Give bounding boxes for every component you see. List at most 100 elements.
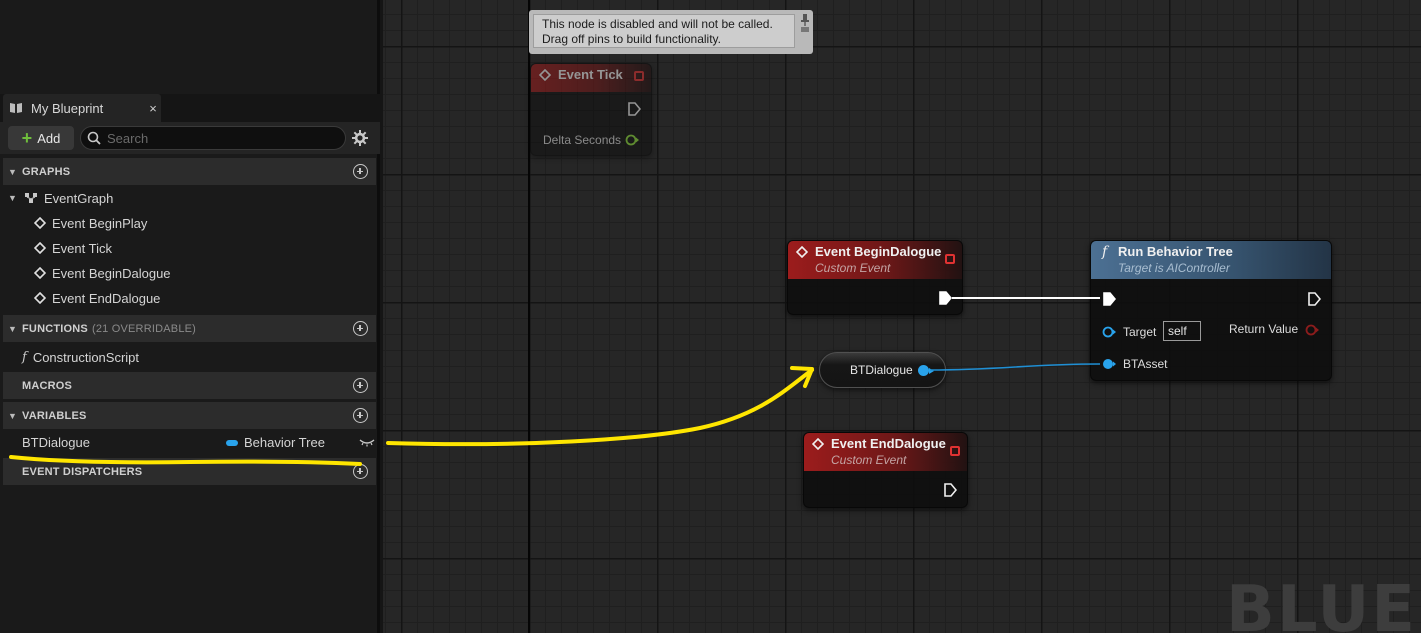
section-functions[interactable]: ▼ FUNCTIONS (21 OVERRIDABLE) bbox=[3, 315, 376, 342]
section-graphs-label: GRAPHS bbox=[22, 165, 71, 178]
exec-out-pin[interactable] bbox=[943, 483, 957, 497]
add-graph-icon[interactable] bbox=[353, 164, 368, 179]
exec-out-pin[interactable] bbox=[938, 291, 952, 305]
node-title: Event BeginDalogue bbox=[815, 244, 942, 259]
section-event-dispatchers-label: EVENT DISPATCHERS bbox=[22, 465, 143, 478]
graph-icon bbox=[25, 193, 37, 203]
section-functions-note: (21 OVERRIDABLE) bbox=[91, 322, 197, 335]
book-icon bbox=[10, 103, 22, 113]
section-macros[interactable]: MACROS bbox=[3, 372, 376, 399]
add-function-icon[interactable] bbox=[353, 321, 368, 336]
my-blueprint-panel: My Blueprint × + Add Search ▼ GRAPHS ▼ E… bbox=[0, 0, 380, 633]
function-icon: f bbox=[1102, 244, 1108, 260]
variable-type-pill[interactable] bbox=[226, 440, 238, 446]
search-box[interactable] bbox=[80, 126, 346, 150]
exec-in-pin[interactable] bbox=[1102, 292, 1116, 306]
section-variables[interactable]: ▼ VARIABLES bbox=[3, 402, 376, 429]
add-button[interactable]: + Add bbox=[8, 126, 74, 150]
node-header: f Run Behavior Tree Target is AIControll… bbox=[1091, 241, 1331, 279]
section-functions-label: FUNCTIONS bbox=[22, 322, 88, 335]
node-title: Event EndDalogue bbox=[831, 436, 946, 451]
pin-label: BTAsset bbox=[1123, 357, 1168, 371]
plus-icon: + bbox=[21, 128, 33, 148]
node-header: Event BeginDalogue Custom Event bbox=[788, 241, 962, 279]
tree-item-label: EventGraph bbox=[44, 190, 114, 206]
section-macros-label: MACROS bbox=[22, 379, 73, 392]
node-btdialogue-getter[interactable]: BTDialogue bbox=[819, 352, 946, 388]
getter-label: BTDialogue bbox=[850, 363, 913, 377]
search-input[interactable] bbox=[107, 130, 327, 146]
node-event-begin-dalogue[interactable]: Event BeginDalogue Custom Event bbox=[787, 240, 963, 315]
exec-out-pin[interactable] bbox=[1307, 292, 1321, 306]
target-self-field[interactable]: self bbox=[1163, 321, 1201, 341]
float-pin[interactable] bbox=[625, 133, 639, 147]
close-icon[interactable]: × bbox=[145, 101, 161, 116]
tree-item-label: ConstructionScript bbox=[32, 349, 140, 365]
gear-icon[interactable] bbox=[351, 129, 369, 147]
node-event-end-dalogue[interactable]: Event EndDalogue Custom Event bbox=[803, 432, 968, 508]
delegate-pin[interactable] bbox=[950, 446, 960, 456]
tooltip-line: This node is disabled and will not be ca… bbox=[542, 17, 773, 31]
function-icon: f bbox=[22, 349, 27, 365]
object-out-pin[interactable] bbox=[918, 365, 934, 376]
chevron-down-icon: ▼ bbox=[8, 323, 18, 334]
btasset-pin[interactable] bbox=[1102, 357, 1116, 371]
event-diamond-icon bbox=[34, 267, 46, 279]
variable-type[interactable]: Behavior Tree bbox=[244, 435, 325, 450]
node-run-behavior-tree[interactable]: f Run Behavior Tree Target is AIControll… bbox=[1090, 240, 1332, 381]
pin-label: Delta Seconds bbox=[543, 133, 622, 147]
tree-item-label: Event Tick bbox=[52, 240, 112, 256]
tree-item-function[interactable]: f ConstructionScript bbox=[22, 346, 139, 368]
delegate-pin[interactable] bbox=[634, 71, 644, 81]
tooltip-line: Drag off pins to build functionality. bbox=[542, 32, 721, 46]
tree-item-event[interactable]: Event BeginPlay bbox=[34, 212, 147, 234]
tab-label: My Blueprint bbox=[31, 100, 104, 116]
chevron-down-icon: ▼ bbox=[8, 410, 18, 421]
add-button-label: Add bbox=[37, 130, 61, 146]
node-subtitle: Custom Event bbox=[815, 261, 891, 275]
add-variable-icon[interactable] bbox=[353, 408, 368, 423]
node-header: Event Tick bbox=[531, 64, 651, 92]
event-diamond-icon bbox=[34, 242, 46, 254]
pin-label: Target bbox=[1123, 325, 1157, 339]
node-title: Run Behavior Tree bbox=[1118, 244, 1233, 259]
pin-label: Return Value bbox=[1229, 322, 1299, 336]
node-subtitle: Custom Event bbox=[831, 453, 907, 467]
add-dispatcher-icon[interactable] bbox=[353, 464, 368, 479]
section-event-dispatchers[interactable]: EVENT DISPATCHERS bbox=[3, 458, 376, 485]
tree-item-label: Event EndDalogue bbox=[52, 290, 161, 306]
node-header: Event EndDalogue Custom Event bbox=[804, 433, 967, 471]
variable-name: BTDialogue bbox=[22, 435, 90, 450]
tab-my-blueprint[interactable]: My Blueprint × bbox=[3, 94, 161, 122]
disabled-node-tooltip: This node is disabled and will not be ca… bbox=[529, 10, 813, 54]
event-diamond-icon bbox=[34, 217, 46, 229]
tree-item-event[interactable]: Event Tick bbox=[34, 237, 112, 259]
tree-item-eventgraph[interactable]: ▼ EventGraph bbox=[8, 187, 113, 209]
tree-item-label: Event BeginDalogue bbox=[52, 265, 171, 281]
event-diamond-icon bbox=[796, 246, 808, 258]
event-diamond-icon bbox=[34, 292, 46, 304]
section-variables-label: VARIABLES bbox=[22, 409, 87, 422]
tooltip-text: This node is disabled and will not be ca… bbox=[533, 14, 795, 48]
tree-item-event[interactable]: Event EndDalogue bbox=[34, 287, 160, 309]
eye-closed-icon[interactable] bbox=[359, 436, 375, 448]
graph-watermark: BLUE bbox=[1226, 573, 1417, 633]
pin-icon[interactable] bbox=[800, 13, 810, 33]
node-title: Event Tick bbox=[558, 67, 623, 82]
return-value-pin[interactable] bbox=[1305, 323, 1319, 337]
search-icon bbox=[87, 131, 101, 145]
add-macro-icon[interactable] bbox=[353, 378, 368, 393]
variable-row-btdialogue[interactable]: BTDialogue Behavior Tree bbox=[3, 431, 376, 455]
panel-toolbar: + Add bbox=[0, 122, 380, 154]
event-diamond-icon bbox=[539, 69, 551, 81]
tree-item-event[interactable]: Event BeginDalogue bbox=[34, 262, 171, 284]
delegate-pin[interactable] bbox=[945, 254, 955, 264]
section-graphs[interactable]: ▼ GRAPHS bbox=[3, 158, 376, 185]
chevron-down-icon: ▼ bbox=[8, 166, 18, 177]
exec-out-pin[interactable] bbox=[627, 102, 641, 116]
chevron-down-icon: ▼ bbox=[8, 193, 17, 203]
node-subtitle: Target is AIController bbox=[1118, 261, 1230, 275]
node-event-tick[interactable]: Event Tick Delta Seconds bbox=[530, 63, 652, 156]
target-pin[interactable] bbox=[1102, 325, 1116, 339]
panel-tab-bar: My Blueprint × bbox=[0, 94, 380, 122]
